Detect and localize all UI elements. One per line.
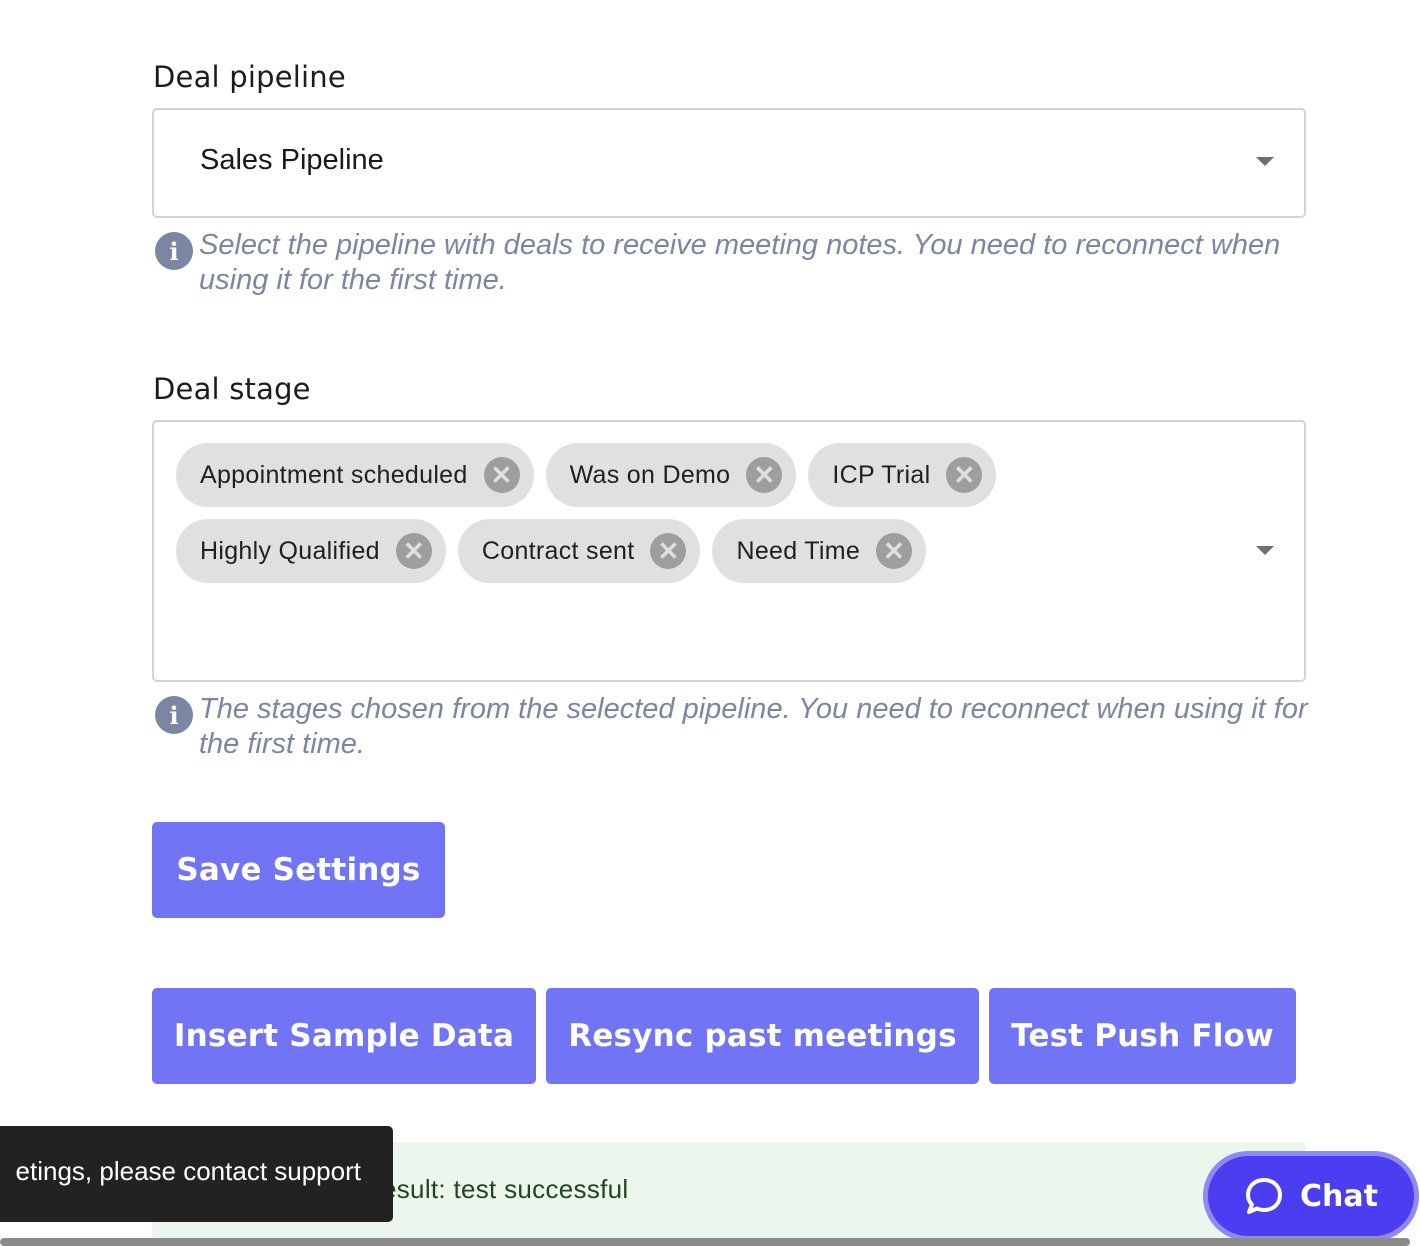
deal-pipeline-value: Sales Pipeline: [200, 144, 384, 176]
stage-chip: Appointment scheduled ✕: [176, 443, 534, 507]
remove-chip-icon[interactable]: ✕: [746, 457, 783, 493]
chevron-down-icon[interactable]: [1256, 546, 1274, 555]
remove-chip-icon[interactable]: ✕: [483, 457, 520, 493]
stage-chip-label: ICP Trial: [832, 460, 931, 489]
deal-stage-help: i The stages chosen from the selected pi…: [155, 692, 1315, 762]
info-icon: i: [155, 232, 193, 270]
chevron-down-icon[interactable]: [1256, 157, 1274, 166]
remove-chip-icon[interactable]: ✕: [946, 457, 983, 493]
deal-stage-label: Deal stage: [153, 372, 311, 406]
stage-chip: Was on Demo ✕: [545, 443, 797, 507]
horizontal-scrollbar[interactable]: [0, 1238, 1410, 1246]
chip-row: Appointment scheduled ✕ Was on Demo ✕ ICP Tr…: [176, 443, 1256, 507]
insert-sample-data-button[interactable]: Insert Sample Data: [152, 988, 536, 1084]
stage-chip-label: Was on Demo: [569, 460, 731, 489]
remove-chip-icon[interactable]: ✕: [650, 533, 687, 569]
deal-stage-chips: Appointment scheduled ✕ Was on Demo ✕ ICP Tr…: [176, 443, 1256, 595]
chip-row: Highly Qualified ✕ Contract sent ✕ Need Time…: [176, 519, 1256, 583]
stage-chip: ICP Trial ✕: [808, 443, 997, 507]
deal-pipeline-label: Deal pipeline: [153, 60, 346, 94]
toast-text: etings, please contact support: [15, 1156, 361, 1186]
resync-past-meetings-button[interactable]: Resync past meetings: [546, 988, 979, 1084]
stage-chip-label: Highly Qualified: [200, 536, 380, 565]
toast-notification: etings, please contact support: [0, 1126, 393, 1222]
stage-chip: Need Time ✕: [712, 519, 927, 583]
remove-chip-icon[interactable]: ✕: [876, 533, 913, 569]
stage-chip: Highly Qualified ✕: [176, 519, 446, 583]
test-push-flow-button[interactable]: Test Push Flow: [989, 988, 1296, 1084]
info-icon: i: [155, 696, 193, 734]
deal-stage-multiselect[interactable]: Appointment scheduled ✕ Was on Demo ✕ ICP Tr…: [152, 420, 1306, 682]
chat-button[interactable]: Chat: [1203, 1151, 1419, 1241]
deal-pipeline-help: i Select the pipeline with deals to rece…: [155, 228, 1315, 298]
remove-chip-icon[interactable]: ✕: [395, 533, 432, 569]
stage-chip-label: Contract sent: [481, 536, 635, 565]
chat-bubble-icon: [1246, 1178, 1282, 1214]
deal-pipeline-select[interactable]: Sales Pipeline: [152, 108, 1306, 218]
stage-chip-label: Appointment scheduled: [200, 460, 468, 489]
stage-chip-label: Need Time: [736, 536, 861, 565]
save-settings-button[interactable]: Save Settings: [152, 822, 445, 918]
test-result-text: esult: test successful: [382, 1174, 629, 1204]
chat-label: Chat: [1300, 1178, 1378, 1214]
stage-chip: Contract sent ✕: [457, 519, 701, 583]
deal-pipeline-help-text: Select the pipeline with deals to receiv…: [199, 229, 1281, 296]
deal-stage-help-text: The stages chosen from the selected pipe…: [199, 693, 1308, 760]
